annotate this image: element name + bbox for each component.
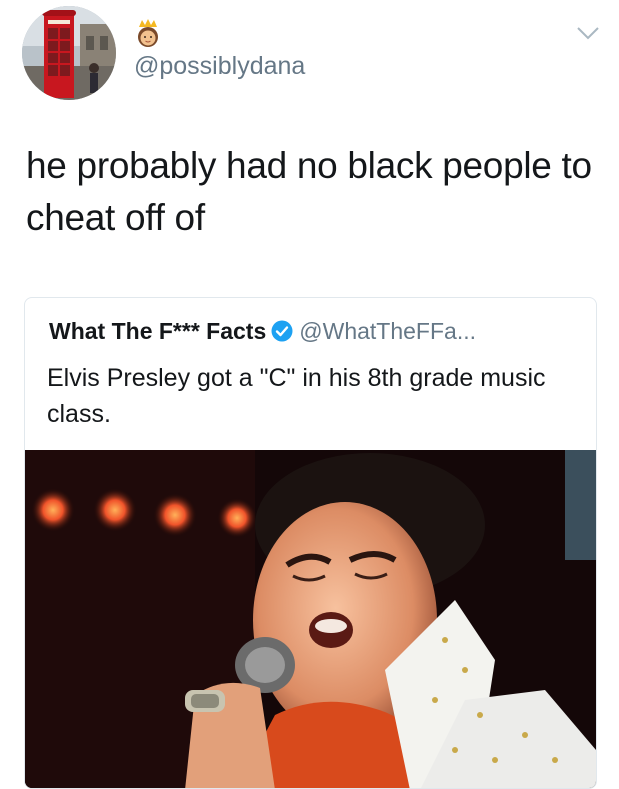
author-handle[interactable]: @possiblydana — [134, 52, 305, 81]
quoted-tweet-header: What The F*** Facts @WhatTheFFa... — [49, 318, 476, 345]
quoted-tweet-card[interactable]: What The F*** Facts @WhatTheFFa... Elvis… — [24, 297, 597, 789]
elvis-singing-photo[interactable] — [25, 450, 596, 789]
quoted-author-handle: @WhatTheFFa... — [299, 318, 476, 344]
tweet-text: he probably had no black people to cheat… — [26, 145, 592, 238]
quoted-author-name: What The F*** Facts — [49, 318, 267, 344]
chevron-down-icon[interactable] — [575, 24, 601, 42]
verified-badge-icon — [271, 320, 293, 342]
quoted-tweet-text: Elvis Presley got a "C" in his 8th grade… — [47, 364, 546, 428]
avatar-photo — [22, 6, 116, 100]
avatar[interactable] — [22, 6, 116, 100]
princess-emoji-icon — [138, 19, 158, 47]
